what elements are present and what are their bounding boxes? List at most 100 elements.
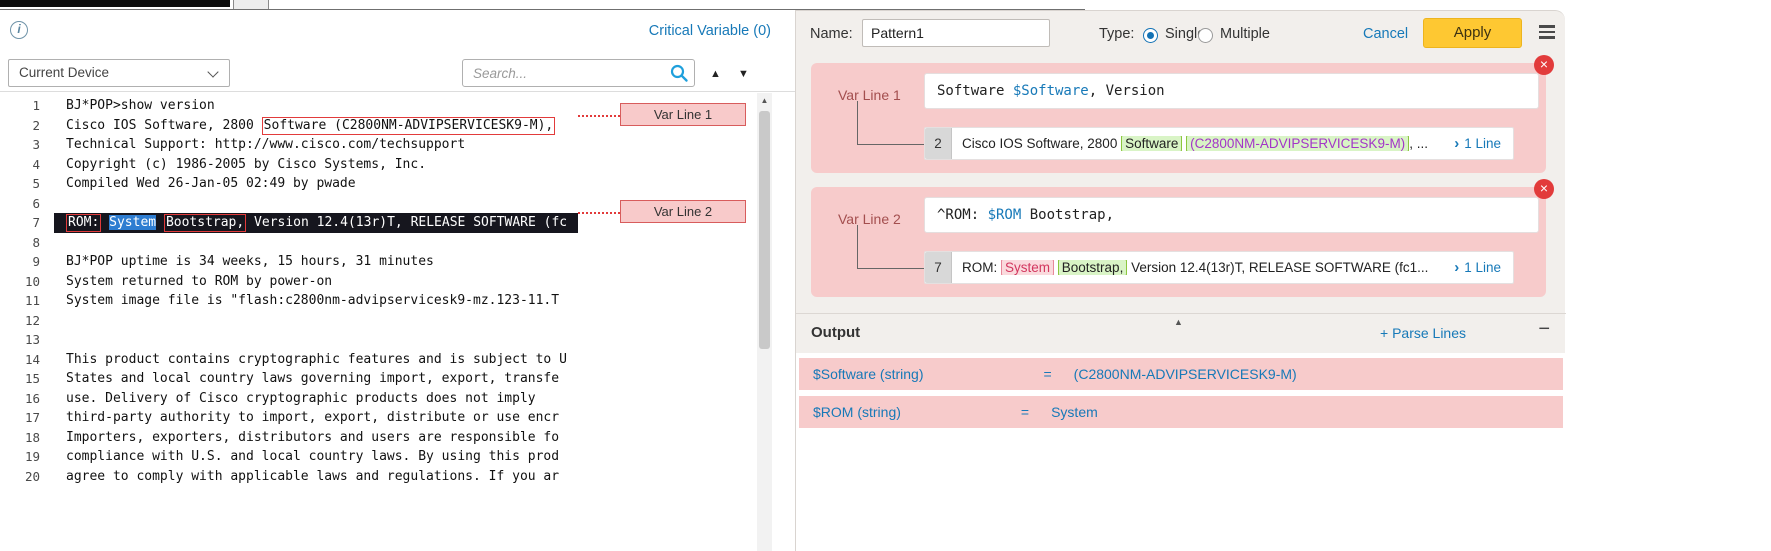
line-number: 15 — [0, 369, 40, 389]
keyword-highlight: Software — [1121, 136, 1182, 151]
line-text: Copyright (c) 1986-2005 by Cisco Systems… — [54, 155, 578, 175]
chevron-right-icon: › — [1454, 135, 1459, 152]
close-icon[interactable]: × — [1534, 179, 1554, 199]
output-row: $ROM (string) = System — [799, 396, 1563, 428]
radio-multiple-label[interactable]: Multiple — [1220, 26, 1270, 42]
line-text: This product contains cryptographic feat… — [54, 350, 578, 370]
code-line-17[interactable]: 17third-party authority to import, expor… — [0, 408, 578, 428]
code-line-2[interactable]: 2Cisco IOS Software, 2800 Software (C280… — [0, 116, 578, 136]
radio-single[interactable] — [1143, 28, 1158, 43]
pattern-input-1[interactable]: Software $Software, Version — [924, 73, 1539, 109]
code-line-9[interactable]: 9BJ*POP uptime is 34 weeks, 15 hours, 31… — [0, 252, 578, 272]
radio-multiple[interactable] — [1198, 28, 1213, 43]
line-number: 4 — [0, 155, 40, 175]
line-number: 1 — [0, 96, 40, 116]
code-line-7[interactable]: 7ROM: System Bootstrap, Version 12.4(13r… — [0, 213, 578, 233]
card-connector-line — [857, 101, 924, 145]
var-line-2-callout[interactable]: Var Line 2 — [620, 200, 746, 223]
minimize-icon[interactable]: − — [1538, 318, 1550, 341]
expand-lines-link[interactable]: ›1 Line — [1454, 135, 1513, 152]
parse-lines-link[interactable]: + Parse Lines — [1380, 325, 1466, 341]
radio-dot — [1147, 32, 1154, 39]
code-line-15[interactable]: 15 States and local country laws governin… — [0, 369, 578, 389]
pattern-card-var-line-2: × Var Line 2 ^ROM: $ROM Bootstrap, 7 ROM… — [811, 187, 1546, 297]
collapse-icon[interactable]: ▲ — [1174, 317, 1183, 327]
code-line-18[interactable]: 18 Importers, exporters, distributors and… — [0, 428, 578, 448]
prev-match-button[interactable]: ▲ — [710, 68, 721, 80]
code-line-19[interactable]: 19compliance with U.S. and local country… — [0, 447, 578, 467]
name-label: Name: — [810, 26, 853, 42]
line-text: Technical Support: http://www.cisco.com/… — [54, 135, 578, 155]
critical-variable-link[interactable]: Critical Variable (0) — [649, 23, 771, 39]
var-line-2-connector — [578, 212, 620, 214]
line-text: Cisco IOS Software, 2800 Software (C2800… — [54, 116, 578, 136]
code-line-5[interactable]: 5Compiled Wed 26-Jan-05 02:49 by pwade — [0, 174, 578, 194]
code-line-11[interactable]: 11System image file is "flash:c2800nm-ad… — [0, 291, 578, 311]
var-line-2-match-highlight: Bootstrap, — [164, 214, 246, 232]
match-row-1[interactable]: 2 Cisco IOS Software, 2800 Software (C28… — [924, 127, 1514, 160]
cancel-button[interactable]: Cancel — [1363, 26, 1408, 42]
var-line-1-match-highlight: Software (C2800NM-ADVIPSERVICESK9-M), — [262, 117, 556, 135]
device-selector-value: Current Device — [19, 65, 109, 80]
match-row-2[interactable]: 7 ROM: System Bootstrap, Version 12.4(13… — [924, 251, 1514, 284]
close-icon[interactable]: × — [1534, 55, 1554, 75]
code-line-20[interactable]: 20agree to comply with applicable laws a… — [0, 467, 578, 487]
output-variable-name: $Software (string) — [813, 366, 923, 382]
line-number: 3 — [0, 135, 40, 155]
menu-icon[interactable] — [1539, 25, 1555, 42]
scrollbar-thumb[interactable] — [759, 111, 770, 349]
code-line-12[interactable]: 12 — [0, 311, 578, 331]
apply-button[interactable]: Apply — [1423, 18, 1522, 48]
editor-toolbar: Current Device ▲ ▼ — [0, 56, 795, 92]
line-text: BJ*POP>show version — [54, 96, 578, 116]
card-connector-line — [857, 225, 924, 269]
match-line-number: 2 — [925, 128, 952, 159]
code-line-14[interactable]: 14This product contains cryptographic fe… — [0, 350, 578, 370]
line-text: use. Delivery of Cisco cryptographic pro… — [54, 389, 578, 409]
search-box — [462, 59, 695, 87]
code-line-6[interactable]: 6 — [0, 194, 578, 214]
info-icon[interactable]: i — [10, 21, 28, 39]
vertical-scrollbar[interactable]: ▲ — [757, 93, 772, 551]
next-match-button[interactable]: ▼ — [738, 68, 749, 80]
scroll-up-button[interactable]: ▲ — [757, 93, 772, 108]
line-text: States and local country laws governing … — [54, 369, 578, 389]
var-line-1-callout[interactable]: Var Line 1 — [620, 103, 746, 126]
line-number: 6 — [0, 194, 40, 214]
pattern-input-2[interactable]: ^ROM: $ROM Bootstrap, — [924, 197, 1539, 233]
line-text: Compiled Wed 26-Jan-05 02:49 by pwade — [54, 174, 578, 194]
chevron-down-icon — [207, 66, 218, 77]
line-text — [54, 194, 578, 214]
line-text — [54, 330, 578, 350]
line-text: third-party authority to import, export,… — [54, 408, 578, 428]
expand-lines-link[interactable]: ›1 Line — [1454, 259, 1513, 276]
line-number: 11 — [0, 291, 40, 311]
match-text: ROM: System Bootstrap, Version 12.4(13r)… — [952, 260, 1454, 275]
code-line-1[interactable]: 1 BJ*POP>show version — [0, 96, 578, 116]
code-editor: 1 BJ*POP>show version 2Cisco IOS Software… — [0, 93, 772, 551]
variable-value-highlight: System — [1001, 260, 1054, 275]
line-text: compliance with U.S. and local country l… — [54, 447, 578, 467]
output-variable-value: (C2800NM-ADVIPSERVICESK9-M) — [1074, 366, 1297, 382]
line-text: Importers, exporters, distributors and u… — [54, 428, 578, 448]
code-line-4[interactable]: 4 Copyright (c) 1986-2005 by Cisco System… — [0, 155, 578, 175]
variable-value-highlight: (C2800NM-ADVIPSERVICESK9-M) — [1186, 136, 1409, 151]
line-number: 18 — [0, 428, 40, 448]
output-variable-value: System — [1051, 404, 1098, 420]
code-line-13[interactable]: 13 — [0, 330, 578, 350]
pattern-name-input[interactable] — [862, 19, 1050, 47]
code-line-8[interactable]: 8 — [0, 233, 578, 253]
search-icon[interactable] — [669, 63, 689, 83]
line-number: 12 — [0, 311, 40, 331]
search-input[interactable] — [473, 61, 663, 85]
output-equals: = — [1043, 366, 1051, 382]
line-text: ROM: System Bootstrap, Version 12.4(13r)… — [54, 213, 578, 233]
device-selector[interactable]: Current Device — [8, 59, 230, 87]
output-header: Output ▲ + Parse Lines − — [796, 313, 1566, 353]
code-line-10[interactable]: 10System returned to ROM by power-on — [0, 272, 578, 292]
output-body: $Software (string) = (C2800NM-ADVIPSERVI… — [796, 353, 1566, 551]
code-line-3[interactable]: 3 Technical Support: http://www.cisco.com… — [0, 135, 578, 155]
match-line-number: 7 — [925, 252, 952, 283]
sample-text-panel: i Critical Variable (0) Current Device ▲… — [0, 10, 795, 551]
code-line-16[interactable]: 16use. Delivery of Cisco cryptographic p… — [0, 389, 578, 409]
